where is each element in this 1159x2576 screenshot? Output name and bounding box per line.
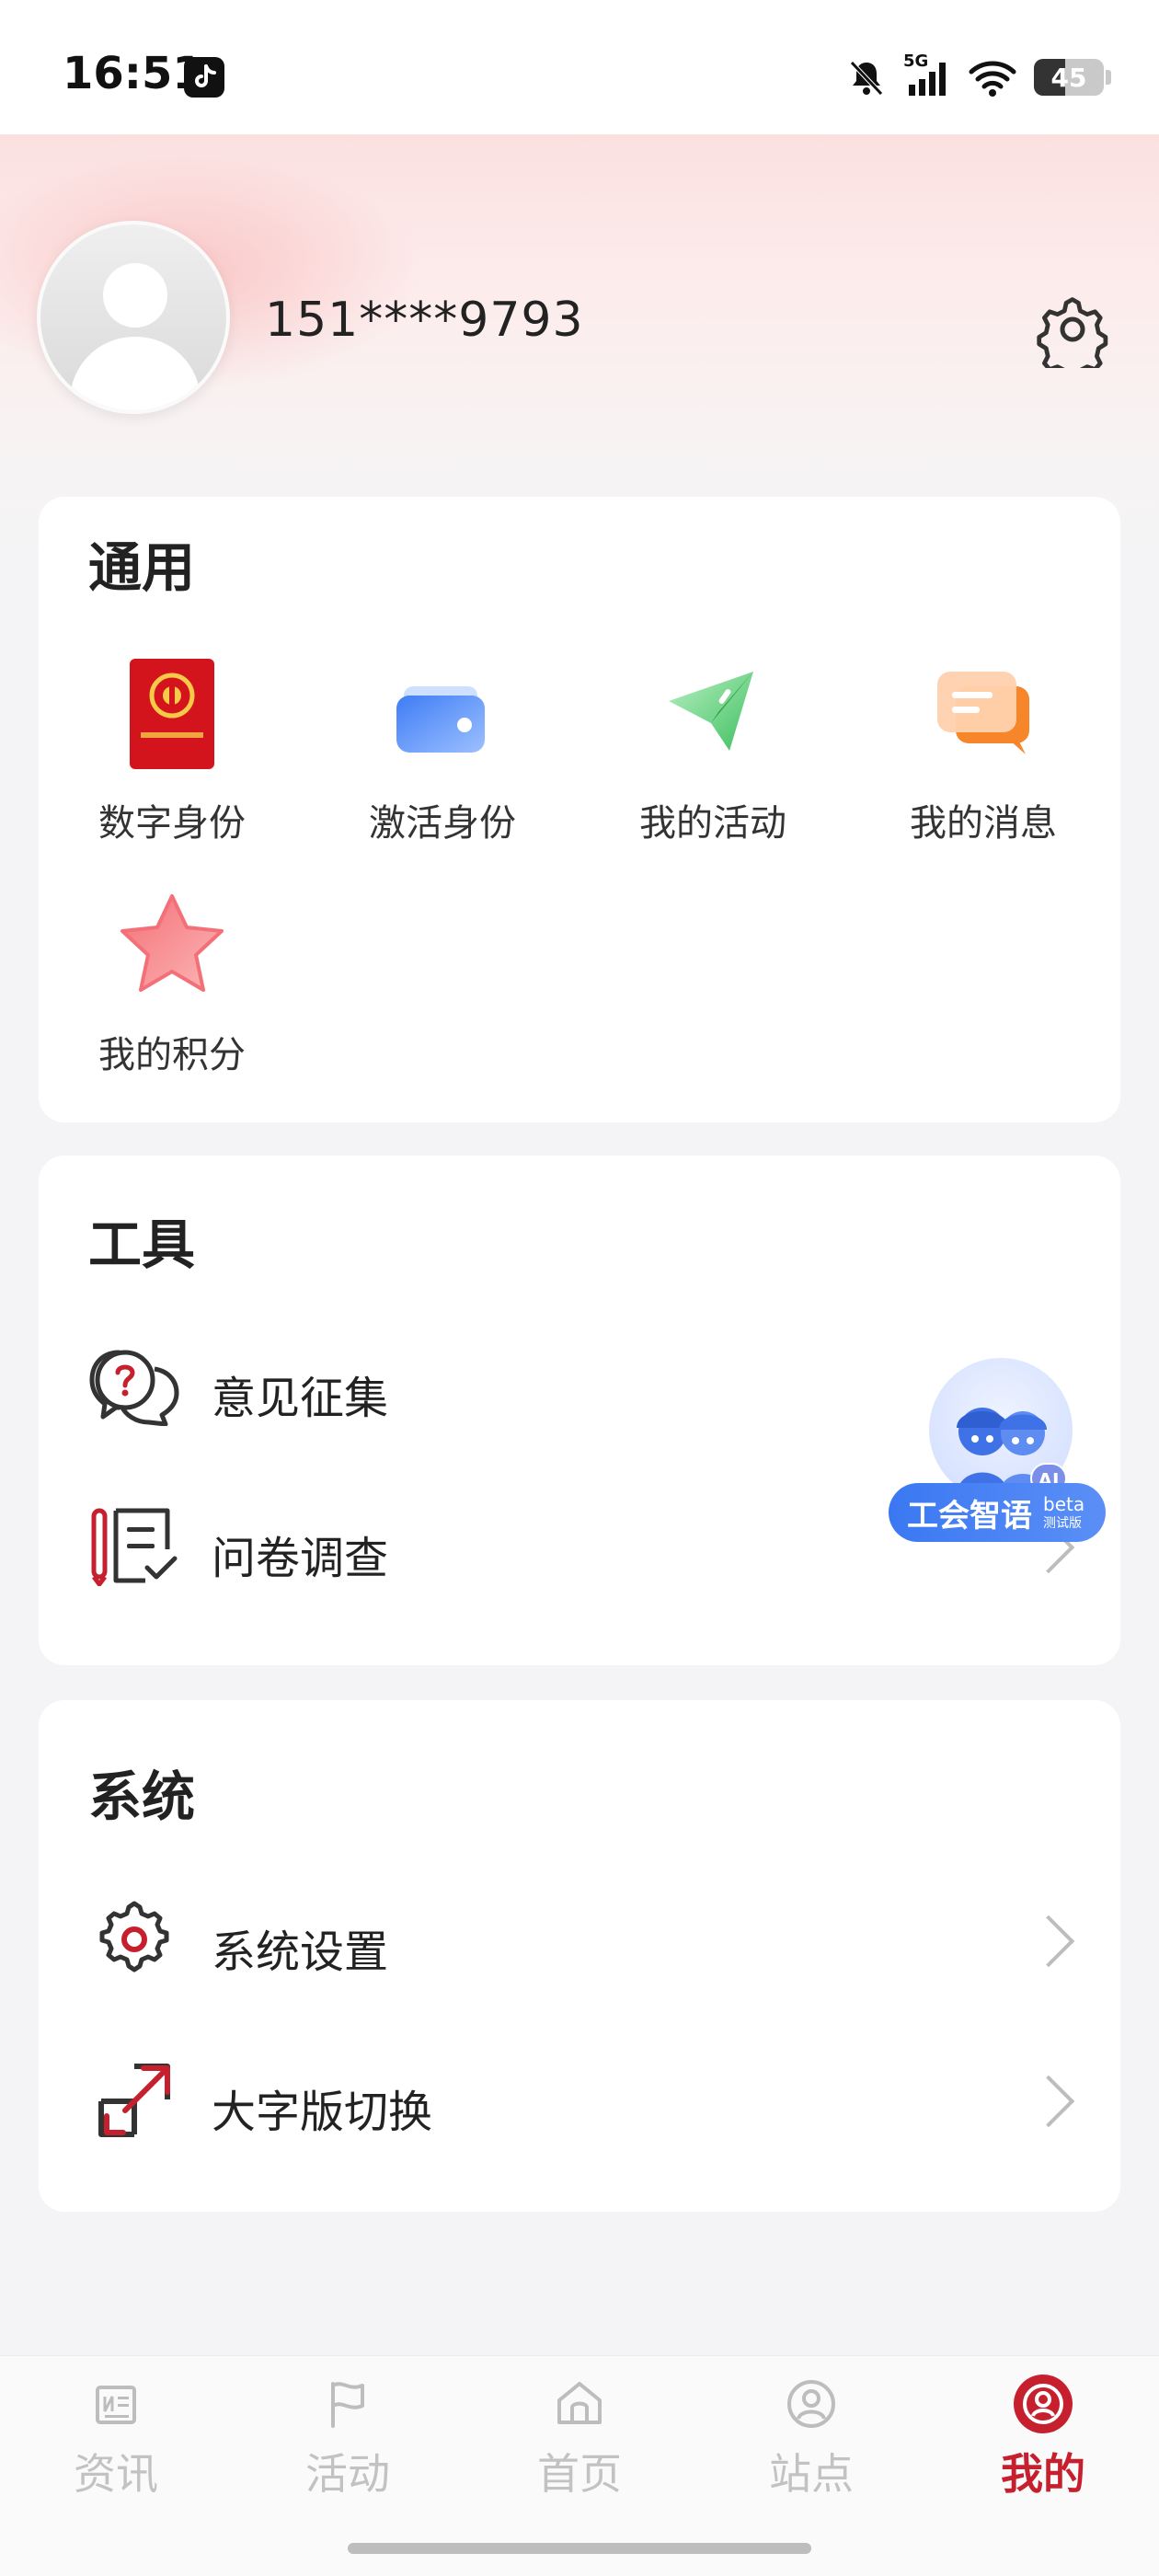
home-indicator[interactable] <box>348 2543 811 2554</box>
grid-label: 数字身份 <box>98 802 246 845</box>
list-row-system-settings[interactable]: 系统设置 <box>39 1880 1120 2000</box>
tab-activity[interactable]: 活动 <box>232 2376 464 2501</box>
tab-label: 我的 <box>1001 2449 1085 2499</box>
grid-label: 我的积分 <box>98 1034 246 1076</box>
wifi-icon <box>969 61 1016 97</box>
question-bubble-icon <box>88 1347 180 1427</box>
tab-mine[interactable]: 我的 <box>927 2375 1159 2501</box>
tab-label: 资讯 <box>74 2449 158 2499</box>
status-icons: 5G 45 <box>846 52 1111 101</box>
star-icon <box>117 891 227 1001</box>
list-row-large-font[interactable]: 大字版切换 <box>39 2041 1120 2160</box>
profile-icon <box>1014 2375 1073 2433</box>
grid-item-digital-id[interactable]: 数字身份 <box>39 659 305 846</box>
grid-label: 我的消息 <box>910 802 1057 845</box>
home-icon <box>552 2376 607 2432</box>
status-bar: 16:51 5G 45 <box>0 0 1159 134</box>
ai-beta-label: beta <box>1043 1493 1085 1515</box>
grid-item-my-activity[interactable]: 我的活动 <box>580 659 846 846</box>
grid-item-my-messages[interactable]: 我的消息 <box>850 659 1117 846</box>
expand-icon <box>88 2061 180 2140</box>
grid-label: 我的活动 <box>639 802 786 845</box>
grid-label: 激活身份 <box>369 802 516 845</box>
ai-assistant-label: 工会智语 <box>907 1497 1032 1535</box>
gear-icon <box>1037 297 1108 385</box>
signal-icon: 5G <box>903 52 951 98</box>
tab-station[interactable]: 站点 <box>695 2376 927 2501</box>
list-label: 大字版切换 <box>212 2087 433 2138</box>
ai-assistant-button[interactable]: AI 工会智语 beta 测试版 <box>889 1358 1109 1551</box>
bell-off-icon <box>850 61 883 96</box>
phone-number: 151****9793 <box>265 293 584 348</box>
chevron-right-icon <box>1022 1915 1075 1968</box>
grid-item-activate-id[interactable]: 激活身份 <box>309 659 576 846</box>
chevron-right-icon <box>1022 2075 1075 2128</box>
survey-icon <box>88 1507 180 1587</box>
gear-icon <box>88 1901 180 1980</box>
flag-icon <box>320 2376 375 2432</box>
tab-label: 站点 <box>769 2449 854 2499</box>
person-circle-icon <box>784 2376 839 2432</box>
message-icon <box>928 659 1039 769</box>
tab-home[interactable]: 首页 <box>464 2376 695 2501</box>
battery-level: 45 <box>1050 62 1087 93</box>
general-title: 通用 <box>88 536 196 599</box>
tab-news[interactable]: 资讯 <box>0 2376 232 2501</box>
digital-id-icon <box>117 659 227 769</box>
wallet-icon <box>387 659 498 769</box>
grid-item-my-points[interactable]: 我的积分 <box>39 891 305 1078</box>
tiktok-icon <box>184 57 224 98</box>
ai-assistant-pill: 工会智语 beta 测试版 <box>889 1483 1106 1542</box>
general-card: 通用 数字身份 激活身份 我的活动 我的消息 我的积分 <box>39 497 1120 1122</box>
list-label: 意见征集 <box>212 1373 389 1424</box>
tab-label: 活动 <box>305 2449 390 2499</box>
ai-beta-sub-label: 测试版 <box>1043 1516 1082 1531</box>
system-title: 系统 <box>88 1765 196 1828</box>
avatar[interactable] <box>37 221 230 414</box>
status-time: 16:51 <box>63 48 203 99</box>
news-icon <box>88 2376 143 2432</box>
battery-icon: 45 <box>1034 59 1111 96</box>
list-label: 系统设置 <box>212 1926 389 1978</box>
tools-title: 工具 <box>88 1213 196 1276</box>
paper-plane-icon <box>658 659 768 769</box>
system-card: 系统 系统设置 大字版切换 <box>39 1700 1120 2212</box>
tab-label: 首页 <box>537 2449 622 2499</box>
list-label: 问卷调查 <box>212 1533 389 1584</box>
settings-button[interactable] <box>1034 291 1111 385</box>
